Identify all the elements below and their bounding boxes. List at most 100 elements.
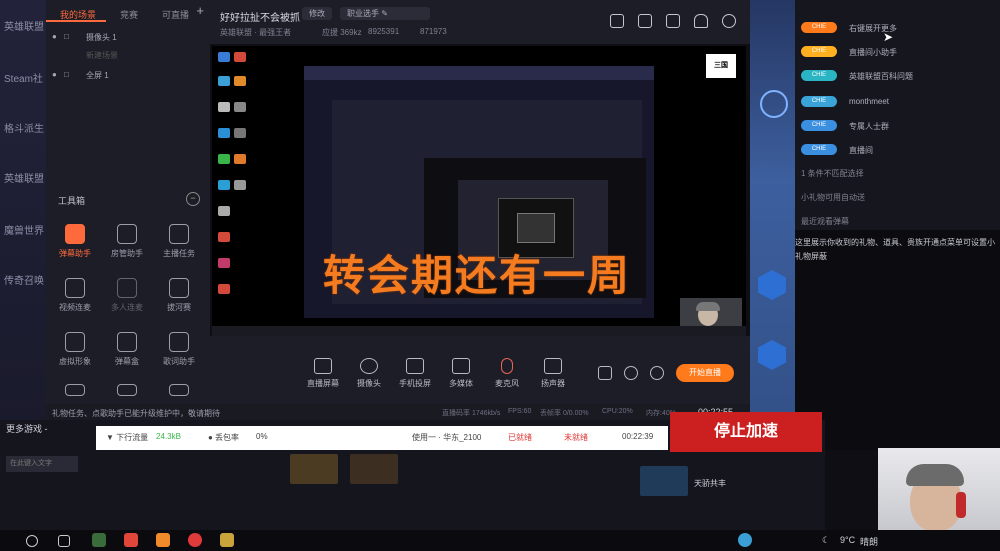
sidebar-game-item[interactable]: 格斗派生 <box>4 120 44 135</box>
stop-boost-button[interactable]: 停止加速 <box>670 412 822 452</box>
gift-item[interactable]: CHIE 直播间小助手 <box>801 46 981 60</box>
user-icon <box>117 224 137 244</box>
sidebar-game-item[interactable]: 魔兽世界 <box>4 222 44 237</box>
tug-icon <box>169 278 189 298</box>
status-notice: 礼物任务、点歌助手已能升级维护中，敬请期待 <box>52 409 220 418</box>
lock-icon[interactable]: □ <box>64 70 69 79</box>
tool-host-task[interactable]: 主播任务 <box>154 224 204 259</box>
eye-icon[interactable]: ● <box>52 70 57 79</box>
eye-icon[interactable] <box>624 366 638 380</box>
app-icon[interactable] <box>220 533 234 547</box>
taskview-icon[interactable] <box>58 535 70 547</box>
tool-multi-link[interactable]: 多人连麦 <box>102 278 152 313</box>
layer-label: 全屏 1 <box>86 71 109 80</box>
gift-setting-line[interactable]: 小礼物可用自动送 <box>801 192 865 203</box>
weather-text[interactable]: 晴朗 <box>860 535 878 548</box>
tool-video-link[interactable]: 视频连麦 <box>50 278 100 313</box>
sidebar-game-item[interactable]: Steam社 <box>4 70 43 85</box>
gift-item[interactable]: CHIE monthmeet <box>801 96 981 110</box>
camera-button[interactable]: 摄像头 <box>346 358 392 389</box>
lock-icon[interactable]: □ <box>64 32 69 41</box>
gear-icon[interactable] <box>650 366 664 380</box>
app-icon[interactable] <box>156 533 170 547</box>
tool-tug-war[interactable]: 拔河赛 <box>154 278 204 313</box>
layout-icon[interactable] <box>666 14 680 28</box>
tab-streamable[interactable]: 可直播 <box>148 4 199 22</box>
pencil-icon: ✎ <box>381 9 388 18</box>
download-icon <box>117 384 137 396</box>
search-input[interactable]: 在此键入文字 <box>6 456 78 472</box>
tool-extra[interactable] <box>102 384 152 400</box>
tool-extra[interactable] <box>50 384 100 400</box>
game-title[interactable]: 天骄共丰 <box>694 478 726 489</box>
status-b: 未就绪 <box>564 433 588 442</box>
cube-icon <box>169 384 189 396</box>
gift-item[interactable]: CHIE 专属人士群 <box>801 120 981 134</box>
room-header: 好好拉扯不会被抓 修改 职业选手 ✎ 英雄联盟 · 最强王者 应援 369kz … <box>210 0 750 44</box>
app-icon[interactable] <box>124 533 138 547</box>
sidebar-game-item[interactable]: 英雄联盟 <box>4 170 44 185</box>
gift-item[interactable]: CHIE 直播间 <box>801 144 981 158</box>
scene-panel: 我的场景 竞赛 可直播 + ● □ 摄像头 1 新建场景 ● □ 全屏 1 工具… <box>46 0 210 420</box>
avatar-icon <box>65 332 85 352</box>
media-button[interactable]: 多媒体 <box>438 358 484 389</box>
tool-lyrics[interactable]: 歌词助手 <box>154 332 204 367</box>
tray-app-icon[interactable] <box>738 533 752 547</box>
gift-item[interactable]: CHIE 英雄联盟百科问题 <box>801 70 981 84</box>
app-icon <box>218 284 230 294</box>
booster-timer: 00:22:39 <box>622 432 654 441</box>
layer-item[interactable]: 新建场景 <box>46 46 210 64</box>
gift-icon <box>65 384 85 396</box>
room-title: 好好拉扯不会被抓 <box>220 13 300 24</box>
app-icon <box>218 258 230 268</box>
microphone-button[interactable]: 麦克风 <box>484 358 530 389</box>
game-thumbnail[interactable] <box>350 454 398 484</box>
tool-room-admin[interactable]: 房管助手 <box>102 224 152 259</box>
room-tags[interactable]: 英雄联盟 · 最强王者 <box>220 27 291 38</box>
status-a: 已就绪 <box>508 433 532 442</box>
layer-item[interactable]: ● □ 摄像头 1 <box>46 28 210 46</box>
screen-capture-button[interactable]: 直播屏幕 <box>300 358 346 389</box>
start-icon[interactable] <box>26 535 38 547</box>
share-icon[interactable] <box>722 14 736 28</box>
tool-danmu-box[interactable]: 弹幕盒 <box>102 332 152 367</box>
gift-setting-line[interactable]: 最近观看弹幕 <box>801 216 849 227</box>
game-thumbnail[interactable] <box>640 466 688 496</box>
app-icon[interactable] <box>188 533 202 547</box>
sidebar-game-item[interactable]: 传奇召唤 <box>4 272 44 287</box>
edit-title-button[interactable]: 修改 <box>302 7 332 20</box>
bell-icon[interactable] <box>694 14 708 28</box>
gift-setting-line[interactable]: 1 条件不匹配选择 <box>801 168 864 179</box>
category-chip[interactable]: 职业选手 ✎ <box>340 7 430 20</box>
game-thumbnail[interactable] <box>290 454 338 484</box>
weather-temp[interactable]: 9°C <box>840 535 855 545</box>
app-icon <box>234 102 246 112</box>
speaker-icon <box>544 358 562 374</box>
speaker-button[interactable]: 扬声器 <box>530 358 576 389</box>
tool-avatar[interactable]: 虚拟形象 <box>50 332 100 367</box>
gift-icon[interactable] <box>610 14 624 28</box>
tab-match[interactable]: 竞赛 <box>106 4 148 22</box>
app-icon[interactable] <box>92 533 106 547</box>
eye-icon[interactable]: ● <box>52 32 57 41</box>
phone-cast-button[interactable]: 手机投屏 <box>392 358 438 389</box>
danmu-icon <box>65 224 85 244</box>
preview-taskbar <box>212 326 746 336</box>
add-scene-button[interactable]: + <box>196 3 204 18</box>
more-games-link[interactable]: 更多游戏 - <box>6 422 48 435</box>
tool-extra[interactable] <box>154 384 204 400</box>
layer-item[interactable]: ● □ 全屏 1 <box>46 66 210 84</box>
sidebar-game-item[interactable]: 英雄联盟 <box>4 18 44 33</box>
record-icon[interactable] <box>598 366 612 380</box>
download-label: ▼ 下行流量 <box>106 433 149 442</box>
collapse-icon[interactable]: − <box>186 192 200 206</box>
video-icon <box>65 278 85 298</box>
hexagon-icon <box>758 340 786 370</box>
app-icon <box>234 128 246 138</box>
tab-my-scenes[interactable]: 我的场景 <box>46 4 107 22</box>
box-icon <box>117 332 137 352</box>
start-live-button[interactable]: 开始直播 <box>676 364 734 382</box>
lock-icon[interactable] <box>638 14 652 28</box>
hexagon-icon <box>758 270 786 300</box>
tool-danmu-helper[interactable]: 弹幕助手 <box>50 224 100 259</box>
